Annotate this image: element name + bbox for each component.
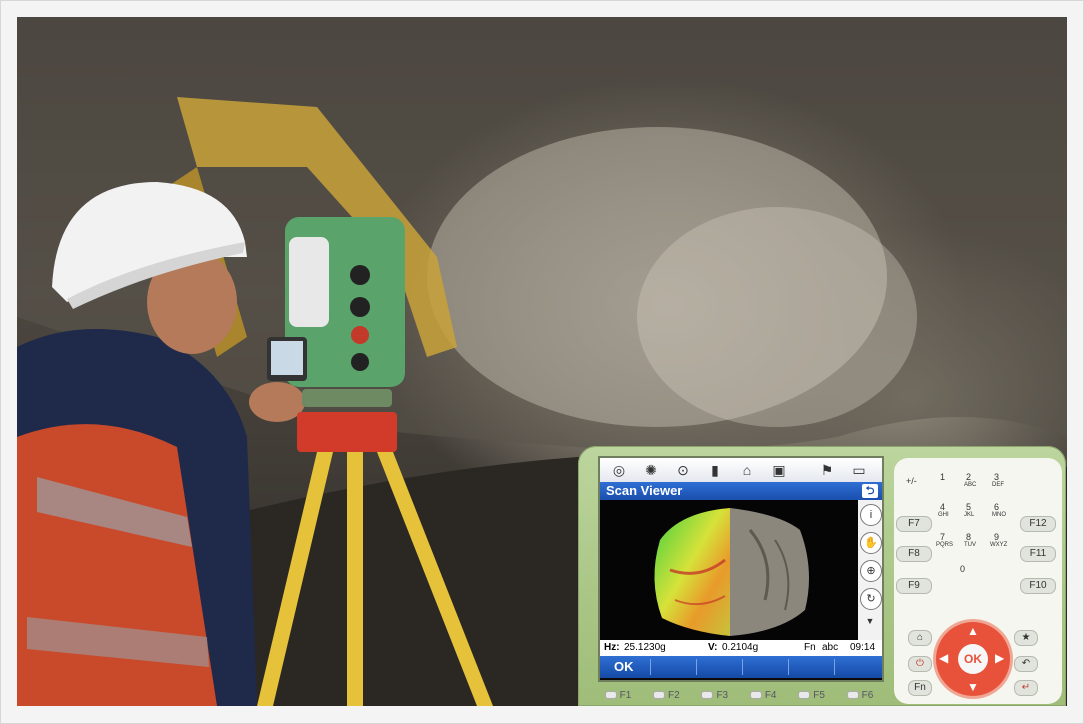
battery-icon: ▭ <box>852 461 866 478</box>
key-1[interactable]: 1 <box>940 472 945 482</box>
softkey-bar: OK <box>600 656 882 678</box>
pan-icon[interactable]: ✋ <box>860 532 882 554</box>
f6-key[interactable]: F6 <box>840 690 880 706</box>
key-3-letters: DEF <box>992 482 1004 488</box>
clock: 09:14 <box>850 642 876 653</box>
info-icon[interactable]: i <box>860 504 882 526</box>
key-4-letters: GHI <box>938 512 949 518</box>
softkey-divider <box>650 659 651 675</box>
camera-icon[interactable]: ▣ <box>766 460 792 480</box>
power-key[interactable]: ⏻ <box>908 656 932 672</box>
enter-key[interactable]: ↵ <box>1014 680 1038 696</box>
input-mode: abc <box>822 642 839 653</box>
softkey-divider <box>696 659 697 675</box>
f3-key[interactable]: F3 <box>695 690 735 706</box>
f8-key[interactable]: F8 <box>896 546 932 562</box>
f11-key[interactable]: F11 <box>1020 546 1056 562</box>
key-2-letters: ABC <box>964 482 977 488</box>
arrow-left-icon[interactable]: ◀ <box>939 651 948 665</box>
scan-viewport[interactable] <box>600 500 858 640</box>
key-9-letters: WXYZ <box>990 542 1008 548</box>
arrow-up-icon[interactable]: ▲ <box>967 624 979 638</box>
fn-indicator: Fn <box>804 642 816 653</box>
f12-key[interactable]: F12 <box>1020 516 1056 532</box>
info-icon[interactable]: ▮ <box>702 460 728 480</box>
f9-key[interactable]: F9 <box>896 578 932 594</box>
key-7[interactable]: 7 <box>940 532 945 542</box>
flag-icon[interactable]: ⚑ <box>814 460 840 480</box>
f10-key[interactable]: F10 <box>1020 578 1056 594</box>
arrow-down-icon[interactable]: ▼ <box>967 680 979 694</box>
screen-toolbar: ◎ ✺ ⊙ ▮ ⌂ ▣ ⚑ ▭ <box>600 458 882 482</box>
ok-softkey[interactable]: OK <box>614 658 634 676</box>
f7-key[interactable]: F7 <box>896 516 932 532</box>
home-key[interactable]: ⌂ <box>908 630 932 646</box>
zoom-icon[interactable]: ⊕ <box>860 560 882 582</box>
f2-key[interactable]: F2 <box>646 690 686 706</box>
key-6[interactable]: 6 <box>994 502 999 512</box>
screen-side-toolbar: i ✋ ⊕ ↻ ▼ <box>858 500 882 640</box>
hz-value: 25.1230g <box>624 642 666 653</box>
key-5-letters: JKL <box>964 512 975 518</box>
arrow-right-icon[interactable]: ▶ <box>995 651 1004 665</box>
v-value: 0.2104g <box>722 642 759 653</box>
f4-key[interactable]: F4 <box>743 690 783 706</box>
key-9[interactable]: 9 <box>994 532 999 542</box>
key-4[interactable]: 4 <box>940 502 945 512</box>
key-6-letters: MNO <box>992 512 1006 518</box>
softkey-divider <box>788 659 789 675</box>
status-bar: Hz: 25.1230g V: 0.2104g Fn abc 09:14 <box>600 640 882 656</box>
navigation-dpad[interactable]: ▲ ▼ ◀ ▶ OK <box>936 622 1010 696</box>
scroll-down-icon[interactable]: ▼ <box>858 616 882 626</box>
key-0[interactable]: 0 <box>960 564 965 574</box>
favorites-key[interactable]: ★ <box>1014 630 1038 646</box>
v-label: V: <box>708 642 718 653</box>
laser-icon[interactable]: ✺ <box>638 460 664 480</box>
controller-screen: ◎ ✺ ⊙ ▮ ⌂ ▣ ⚑ ▭ Scan Viewer ⮌ i ✋ ⊕ ↻ ▼ … <box>598 456 884 682</box>
rotate-icon[interactable]: ↻ <box>860 588 882 610</box>
key-7-letters: PQRS <box>936 542 954 548</box>
plus-minus-key[interactable]: +/- <box>906 476 917 486</box>
ok-key[interactable]: OK <box>958 644 988 674</box>
key-8[interactable]: 8 <box>966 532 971 542</box>
point-cloud-view <box>654 508 809 636</box>
fn-key[interactable]: Fn <box>908 680 932 696</box>
hz-label: Hz: <box>604 642 620 653</box>
key-8-letters: TUV <box>964 542 976 548</box>
back-key[interactable]: ↶ <box>1014 656 1038 672</box>
key-2[interactable]: 2 <box>966 472 971 482</box>
softkey-divider <box>834 659 835 675</box>
key-5[interactable]: 5 <box>966 502 971 512</box>
level-icon[interactable]: ⊙ <box>670 460 696 480</box>
screen-title-bar: Scan Viewer ⮌ <box>600 482 882 500</box>
f5-key[interactable]: F5 <box>792 690 832 706</box>
softkey-divider <box>742 659 743 675</box>
page-title: Scan Viewer <box>606 483 683 498</box>
prism-icon[interactable]: ⌂ <box>734 460 760 480</box>
function-key-row: F1 F2 F3 F4 F5 F6 <box>598 690 880 706</box>
target-icon[interactable]: ◎ <box>606 460 632 480</box>
back-button[interactable]: ⮌ <box>862 484 878 498</box>
f1-key[interactable]: F1 <box>598 690 638 706</box>
key-3[interactable]: 3 <box>994 472 999 482</box>
